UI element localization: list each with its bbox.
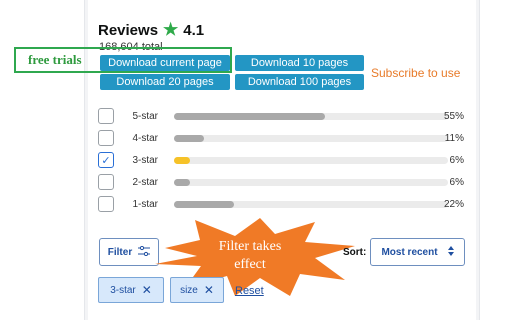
rating-label: 3-star xyxy=(132,154,158,166)
rating-percent: 55% xyxy=(443,110,464,122)
rating-checkbox[interactable]: ✓ xyxy=(98,152,114,168)
download-100-pages-button[interactable]: Download 100 pages xyxy=(235,74,364,90)
rating-row-1-star[interactable]: 1-star 22% xyxy=(98,195,468,213)
average-rating: 4.1 xyxy=(183,21,205,39)
rating-checkbox[interactable] xyxy=(98,108,114,124)
rating-percent: 11% xyxy=(444,132,464,144)
free-trials-label: free trials xyxy=(28,52,82,67)
reviews-heading: Reviews ★ 4.1 xyxy=(98,20,204,40)
rating-bar-fill xyxy=(174,112,325,120)
rating-row-3-star[interactable]: ✓ 3-star 6% xyxy=(98,151,468,169)
rating-percent: 22% xyxy=(443,198,464,210)
up-down-chevron-icon xyxy=(447,245,454,259)
sliders-icon xyxy=(138,245,151,259)
rating-bar-track xyxy=(174,200,448,208)
filter-chip-size[interactable]: size ✕ xyxy=(170,277,224,303)
filter-effect-line-2: effect xyxy=(234,257,266,272)
chip-label: 3-star xyxy=(110,284,136,296)
rating-bar-fill xyxy=(174,134,205,142)
rating-label: 1-star xyxy=(132,198,158,210)
sort-label: Sort: xyxy=(343,247,367,258)
close-icon[interactable]: ✕ xyxy=(142,283,152,297)
rating-row-5-star[interactable]: 5-star 55% xyxy=(98,107,468,125)
filter-effect-line-1: Filter takes xyxy=(218,239,282,254)
close-icon[interactable]: ✕ xyxy=(204,283,214,297)
rating-bar-track xyxy=(174,134,448,142)
rating-row-2-star[interactable]: 2-star 6% xyxy=(98,173,468,191)
subscribe-note: Subscribe to use xyxy=(371,66,461,80)
reviews-title: Reviews xyxy=(98,21,159,39)
download-current-page-button[interactable]: Download current page xyxy=(100,55,230,71)
rating-bar-fill xyxy=(174,178,191,186)
filter-button[interactable]: Filter xyxy=(99,238,159,266)
rating-row-4-star[interactable]: 4-star 11% xyxy=(98,129,468,147)
rating-label: 4-star xyxy=(132,132,158,144)
reset-link[interactable]: Reset xyxy=(235,285,264,297)
download-10-pages-button[interactable]: Download 10 pages xyxy=(235,55,364,71)
rating-bar-fill xyxy=(174,200,235,208)
filter-label: Filter xyxy=(107,246,133,258)
download-20-pages-button[interactable]: Download 20 pages xyxy=(100,74,230,90)
sort-dropdown[interactable]: Most recent xyxy=(370,238,465,266)
sort-selected-value: Most recent xyxy=(381,246,438,258)
filter-chip-3-star[interactable]: 3-star ✕ xyxy=(98,277,164,303)
filter-effect-note: Filter takes effect xyxy=(195,238,305,274)
chip-label: size xyxy=(180,284,198,296)
rating-checkbox[interactable] xyxy=(98,196,114,212)
rating-percent: 6% xyxy=(449,154,464,166)
star-icon: ★ xyxy=(163,20,179,39)
rating-bar-track xyxy=(174,178,448,186)
rating-checkbox[interactable] xyxy=(98,174,114,190)
rating-label: 2-star xyxy=(132,176,158,188)
rating-bar-track xyxy=(174,112,448,120)
rating-bar-fill xyxy=(174,156,191,164)
rating-percent: 6% xyxy=(449,176,464,188)
checkmark-icon: ✓ xyxy=(101,154,111,167)
rating-label: 5-star xyxy=(132,110,158,122)
rating-checkbox[interactable] xyxy=(98,130,114,146)
rating-bar-track xyxy=(174,156,448,164)
